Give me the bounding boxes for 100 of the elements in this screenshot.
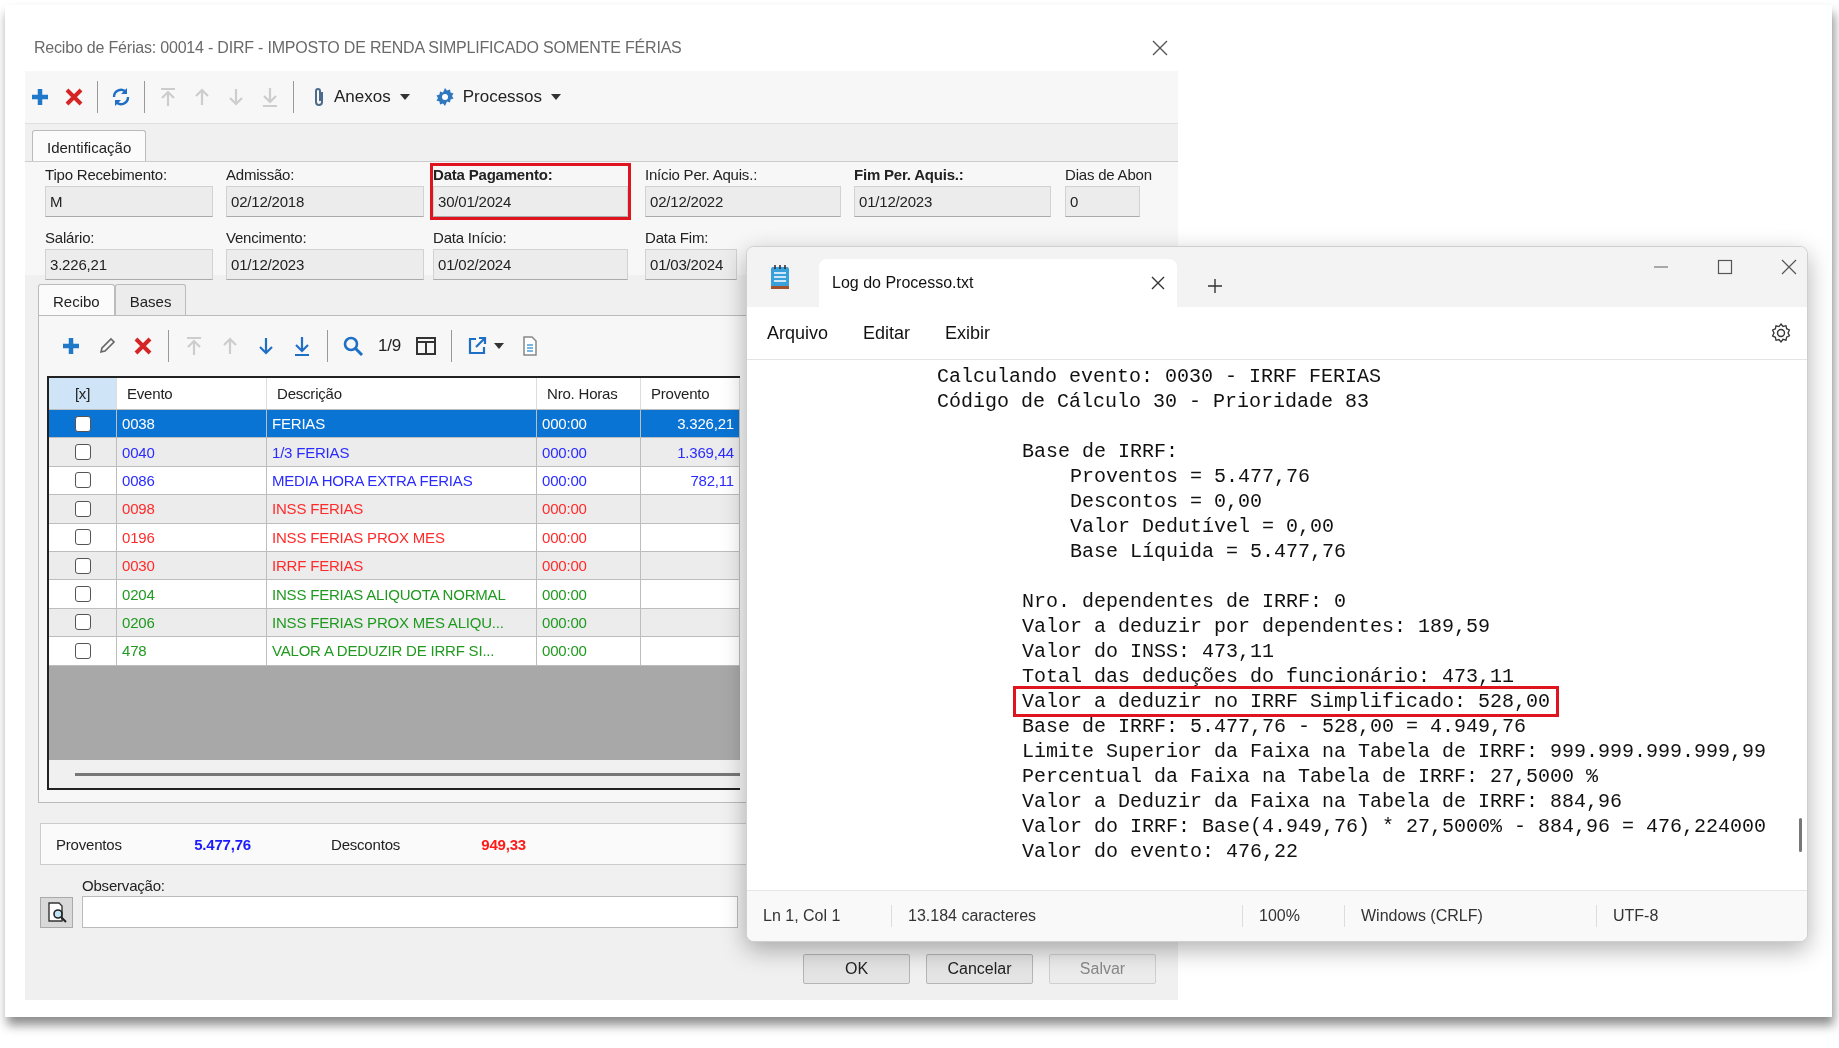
- input-field[interactable]: 01/02/2024: [433, 249, 628, 280]
- table-cell: VALOR A DEDUZIR DE IRRF SI...: [267, 637, 537, 665]
- close-icon[interactable]: [1152, 40, 1168, 56]
- total-value: 5.477,76: [193, 835, 251, 853]
- text-line: Valor Dedutível = 0,00: [1070, 514, 1335, 539]
- checkbox[interactable]: [74, 500, 91, 517]
- highlighted-text-line: Valor a deduzir no IRRF Simplificado: 528,00: [1016, 689, 1557, 714]
- caret-icon: [493, 342, 506, 350]
- menu-button[interactable]: Processos: [428, 87, 569, 107]
- checkbox[interactable]: [74, 529, 91, 546]
- text-line: Valor do INSS: 473,11: [1022, 639, 1275, 664]
- caret-icon: [398, 93, 411, 101]
- menu-item[interactable]: Exibir: [933, 316, 1003, 350]
- new-tab-icon[interactable]: [1207, 278, 1223, 294]
- field-label: Salário:: [45, 229, 96, 247]
- menu-item[interactable]: Arquivo: [755, 316, 841, 350]
- export-icon[interactable]: [466, 335, 489, 357]
- status-text: 100%: [1259, 907, 1300, 925]
- notepad-icon: [769, 264, 791, 290]
- text-line: Base de IRRF: 5.477,76 - 528,00 = 4.949,76: [1022, 714, 1527, 739]
- input-field[interactable]: 01/12/2023: [226, 249, 424, 280]
- dialog-button[interactable]: Cancelar: [926, 954, 1033, 984]
- dialog-button[interactable]: OK: [803, 954, 910, 984]
- input-field[interactable]: 01/12/2023: [854, 186, 1051, 217]
- input-field[interactable]: M: [45, 186, 213, 217]
- checkbox[interactable]: [74, 614, 91, 631]
- column-header[interactable]: Descrição: [267, 378, 537, 409]
- text-line: Base Líquida = 5.477,76: [1070, 539, 1347, 564]
- checkbox[interactable]: [74, 642, 91, 659]
- table-cell: 1.369,44: [641, 438, 740, 466]
- column-header[interactable]: [x]: [49, 378, 117, 409]
- status-text: UTF-8: [1613, 907, 1659, 925]
- table-cell: 000:00: [537, 495, 641, 523]
- record-counter: 1/9: [378, 336, 402, 356]
- table-row[interactable]: 0196 INSS FERIAS PROX MES 000:00: [49, 523, 740, 552]
- text-line: Valor do IRRF: Base(4.949,76) * 27,5000% - 884,96 = 476,224000: [1022, 814, 1767, 839]
- checkbox[interactable]: [74, 557, 91, 574]
- input-field[interactable]: 0: [1065, 186, 1140, 217]
- text-line: Total das deduções do funcionário: 473,11: [1022, 664, 1515, 689]
- table-row[interactable]: 0204 INSS FERIAS ALIQUOTA NORMAL 000:00: [49, 580, 740, 609]
- input-field[interactable]: 30/01/2024: [433, 186, 628, 217]
- columns-icon[interactable]: [415, 335, 438, 357]
- input-field[interactable]: [82, 896, 738, 928]
- table-row[interactable]: 0038 FERIAS 000:00 3.326,21: [49, 410, 740, 439]
- table-cell: 1/3 FERIAS: [267, 438, 537, 466]
- checkbox[interactable]: [74, 444, 91, 461]
- gear-icon: [434, 87, 455, 107]
- plus-icon[interactable]: [29, 86, 51, 108]
- checkbox[interactable]: [74, 415, 91, 432]
- tab[interactable]: Recibo: [38, 284, 115, 315]
- menu-item[interactable]: Editar: [851, 316, 923, 350]
- table-cell: 3.326,21: [641, 410, 740, 438]
- cross-icon[interactable]: [63, 86, 85, 108]
- refresh-icon[interactable]: [110, 86, 132, 108]
- settings-icon[interactable]: [1770, 322, 1792, 344]
- tab-title: Log do Processo.txt: [832, 274, 974, 292]
- text-line: Calculando evento: 0030 - IRRF FERIAS: [937, 364, 1382, 389]
- text-line: Proventos = 5.477,76: [1070, 464, 1311, 489]
- close-icon[interactable]: [1781, 259, 1797, 275]
- checkbox[interactable]: [74, 472, 91, 489]
- table-cell: 000:00: [537, 551, 641, 580]
- status-text: 13.184 caracteres: [908, 907, 1037, 925]
- field-label: Início Per. Aquis.:: [645, 166, 759, 184]
- text-line: Base de IRRF:: [1022, 439, 1179, 464]
- maximize-icon[interactable]: [1717, 259, 1733, 275]
- tab[interactable]: Log do Processo.txt: [819, 259, 1177, 307]
- field-label: Vencimento:: [226, 229, 308, 247]
- checkbox[interactable]: [74, 586, 91, 603]
- column-header[interactable]: Nro. Horas: [537, 378, 641, 409]
- close-icon[interactable]: [1151, 276, 1165, 290]
- field-label: Dias de Abon: [1065, 166, 1152, 184]
- table-cell: 000:00: [537, 637, 641, 665]
- text-line: Nro. dependentes de IRRF: 0: [1022, 589, 1347, 614]
- plus-icon[interactable]: [60, 335, 82, 357]
- table-cell: 000:00: [537, 523, 641, 551]
- scrollbar-thumb[interactable]: [1799, 818, 1802, 852]
- input-field[interactable]: 3.226,21: [45, 249, 213, 280]
- text-line: Valor a Deduzir da Faixa na Tabela de IRRF: 884,96: [1022, 789, 1623, 814]
- input-field[interactable]: 02/12/2022: [645, 186, 841, 217]
- table-row[interactable]: 0040 1/3 FERIAS 000:00 1.369,44: [49, 438, 740, 467]
- preview-button[interactable]: [40, 896, 73, 928]
- column-header[interactable]: Provento: [641, 378, 740, 409]
- table-cell: 000:00: [537, 438, 641, 466]
- table-row[interactable]: 478 VALOR A DEDUZIR DE IRRF SI... 000:00: [49, 637, 740, 666]
- input-field[interactable]: 02/12/2018: [226, 186, 424, 217]
- table-row[interactable]: 0086 MEDIA HORA EXTRA FERIAS 000:00 782,11: [49, 466, 740, 496]
- total-label: Proventos: [56, 835, 123, 853]
- tab[interactable]: Bases: [114, 284, 187, 315]
- column-header[interactable]: Evento: [117, 378, 267, 409]
- search-icon[interactable]: [342, 335, 364, 357]
- scrollbar[interactable]: [75, 772, 740, 776]
- paperclip-icon: [312, 86, 326, 108]
- tab[interactable]: Identificação: [32, 130, 147, 161]
- input-field[interactable]: 01/03/2024: [645, 249, 737, 280]
- text-line: Limite Superior da Faixa na Tabela de IRRF: 999.999.999.999,99: [1022, 739, 1767, 764]
- status-text: Windows (CRLF): [1361, 907, 1483, 925]
- cross-icon[interactable]: [132, 335, 154, 357]
- field-label: Data Pagamento:: [433, 166, 554, 184]
- menu-button[interactable]: Anexos: [306, 86, 417, 108]
- total-value: 949,33: [480, 835, 526, 853]
